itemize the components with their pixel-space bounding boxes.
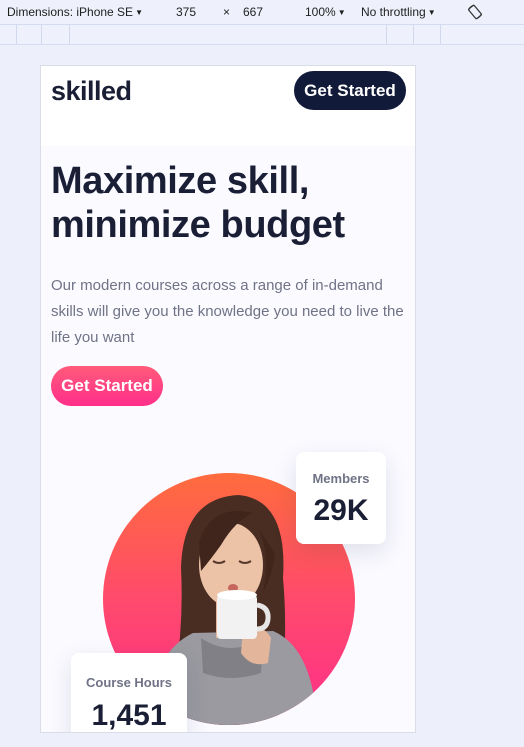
zoom-dropdown[interactable]: 100% ▼ — [305, 5, 346, 20]
header-get-started-button[interactable]: Get Started — [294, 71, 406, 110]
width-input[interactable]: 375 — [176, 5, 196, 19]
dimensions-dropdown[interactable]: Dimensions: iPhone SE ▼ — [7, 5, 143, 20]
course-hours-label: Course Hours — [86, 675, 172, 690]
members-value: 29K — [313, 494, 369, 527]
zoom-label: 100% — [305, 5, 336, 19]
media-query-ruler — [0, 25, 524, 45]
site-logo[interactable]: skilled — [51, 76, 132, 107]
ruler-tick — [440, 25, 441, 44]
ruler-tick — [386, 25, 387, 44]
ruler-tick — [41, 25, 42, 44]
course-hours-value: 1,451 — [91, 699, 167, 732]
caret-down-icon: ▼ — [337, 8, 346, 17]
hero-description: Our modern courses across a range of in-… — [51, 277, 404, 346]
ruler-tick — [413, 25, 414, 44]
height-input[interactable]: 667 — [243, 5, 263, 19]
device-toolbar: Dimensions: iPhone SE ▼ 375 × 667 100% ▼ N… — [0, 0, 524, 25]
rotate-icon[interactable] — [466, 3, 484, 21]
members-label: Members — [312, 471, 370, 486]
throttling-label: No throttling — [361, 5, 426, 19]
dimensions-label: Dimensions: iPhone SE — [7, 5, 134, 19]
throttling-dropdown[interactable]: No throttling ▼ — [361, 5, 436, 20]
hero-get-started-button[interactable]: Get Started — [51, 366, 163, 406]
caret-down-icon: ▼ — [135, 8, 143, 17]
course-hours-stat-card: Course Hours 1,451 — [71, 653, 187, 732]
ruler-tick — [69, 25, 70, 44]
hero-title: Maximize skill, minimize budget — [51, 160, 345, 246]
caret-down-icon: ▼ — [427, 8, 436, 17]
times-sign: × — [223, 5, 231, 19]
device-viewport: skilled Get Started Maximize skill, mini… — [40, 65, 416, 733]
ruler-tick — [16, 25, 17, 44]
members-stat-card: Members 29K — [296, 452, 386, 544]
